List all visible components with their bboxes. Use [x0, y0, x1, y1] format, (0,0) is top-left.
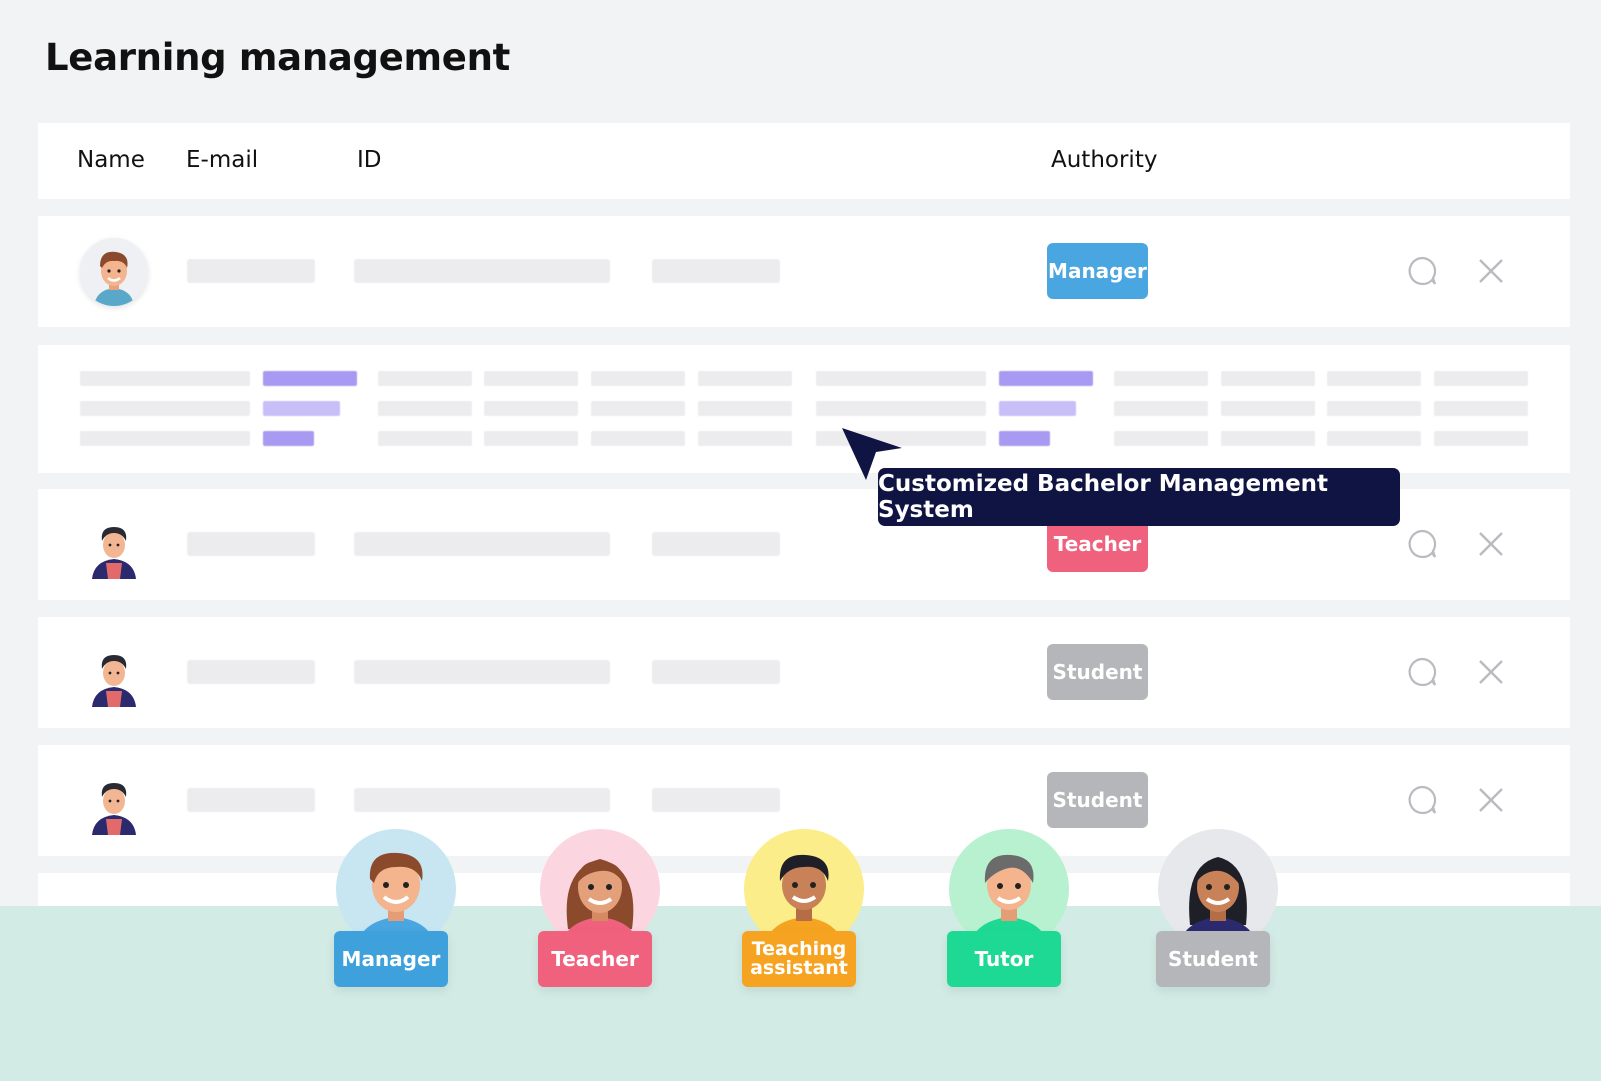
column-header-name[interactable]: Name	[77, 147, 145, 173]
role-teaching-assistant[interactable]: Teaching assistant	[742, 829, 866, 989]
user-avatar	[80, 767, 148, 835]
grid-bar	[1114, 371, 1208, 386]
role-student[interactable]: Student	[1156, 829, 1280, 989]
user-avatar	[80, 639, 148, 707]
table-row[interactable]: Manager	[38, 216, 1570, 327]
grid-bar	[1327, 371, 1421, 386]
role-teacher[interactable]: Teacher	[538, 829, 662, 989]
placeholder-email	[354, 788, 610, 812]
placeholder-id	[652, 532, 780, 556]
placeholder-name	[187, 660, 315, 684]
placeholder-email	[354, 532, 610, 556]
placeholder-email	[354, 259, 610, 283]
role-manager[interactable]: Manager	[334, 829, 458, 989]
grid-bar	[698, 371, 792, 386]
grid-bar-accent	[999, 401, 1076, 416]
placeholder-id	[652, 788, 780, 812]
role-label[interactable]: Tutor	[947, 931, 1061, 987]
authority-badge[interactable]: Student	[1047, 644, 1148, 700]
close-icon[interactable]	[1474, 254, 1508, 288]
role-label[interactable]: Teacher	[538, 931, 652, 987]
grid-bar	[1221, 401, 1315, 416]
authority-badge[interactable]: Student	[1047, 772, 1148, 828]
grid-bar	[80, 431, 250, 446]
column-header-authority[interactable]: Authority	[1051, 147, 1157, 173]
grid-bar	[1434, 431, 1528, 446]
grid-bar	[378, 371, 472, 386]
grid-bar	[591, 431, 685, 446]
grid-bar	[1221, 431, 1315, 446]
role-label[interactable]: Student	[1156, 931, 1270, 987]
user-avatar	[80, 238, 148, 306]
grid-bar-accent	[999, 431, 1050, 446]
grid-bar	[80, 401, 250, 416]
grid-bar	[1434, 371, 1528, 386]
placeholder-id	[652, 660, 780, 684]
grid-bar	[1114, 401, 1208, 416]
close-icon[interactable]	[1474, 527, 1508, 561]
chat-icon[interactable]	[1405, 254, 1439, 288]
column-header-email[interactable]: E-mail	[186, 147, 258, 173]
grid-bar	[80, 371, 250, 386]
table-row[interactable]: Student	[38, 617, 1570, 728]
authority-badge[interactable]: Manager	[1047, 243, 1148, 299]
chat-icon[interactable]	[1405, 655, 1439, 689]
tooltip: Customized Bachelor Management System	[878, 468, 1400, 526]
grid-bar	[1434, 401, 1528, 416]
grid-bar	[1327, 431, 1421, 446]
grid-bar	[1114, 431, 1208, 446]
grid-bar	[591, 401, 685, 416]
grid-bar	[378, 401, 472, 416]
close-icon[interactable]	[1474, 655, 1508, 689]
table-header: Name E-mail ID Authority	[38, 123, 1570, 199]
grid-bar	[591, 371, 685, 386]
column-header-id[interactable]: ID	[357, 147, 382, 173]
grid-bar	[378, 431, 472, 446]
placeholder-name	[187, 532, 315, 556]
grid-bar	[1327, 401, 1421, 416]
close-icon[interactable]	[1474, 783, 1508, 817]
grid-bar-accent	[263, 371, 357, 386]
role-tutor[interactable]: Tutor	[947, 829, 1071, 989]
grid-bar	[484, 371, 578, 386]
placeholder-name	[187, 788, 315, 812]
grid-bar	[816, 401, 986, 416]
grid-bar	[484, 401, 578, 416]
cursor-arrow-icon	[842, 428, 902, 480]
blurred-data-grid	[38, 345, 1570, 473]
grid-bar	[698, 401, 792, 416]
placeholder-name	[187, 259, 315, 283]
role-label[interactable]: Teaching assistant	[742, 931, 856, 987]
grid-bar	[698, 431, 792, 446]
grid-bar	[1221, 371, 1315, 386]
grid-bar-accent	[263, 431, 314, 446]
user-avatar	[80, 511, 148, 579]
page-title: Learning management	[45, 36, 511, 79]
chat-icon[interactable]	[1405, 527, 1439, 561]
grid-bar-accent	[999, 371, 1093, 386]
placeholder-id	[652, 259, 780, 283]
grid-bar	[484, 431, 578, 446]
placeholder-email	[354, 660, 610, 684]
role-label[interactable]: Manager	[334, 931, 448, 987]
grid-bar	[816, 371, 986, 386]
grid-bar-accent	[263, 401, 340, 416]
chat-icon[interactable]	[1405, 783, 1439, 817]
